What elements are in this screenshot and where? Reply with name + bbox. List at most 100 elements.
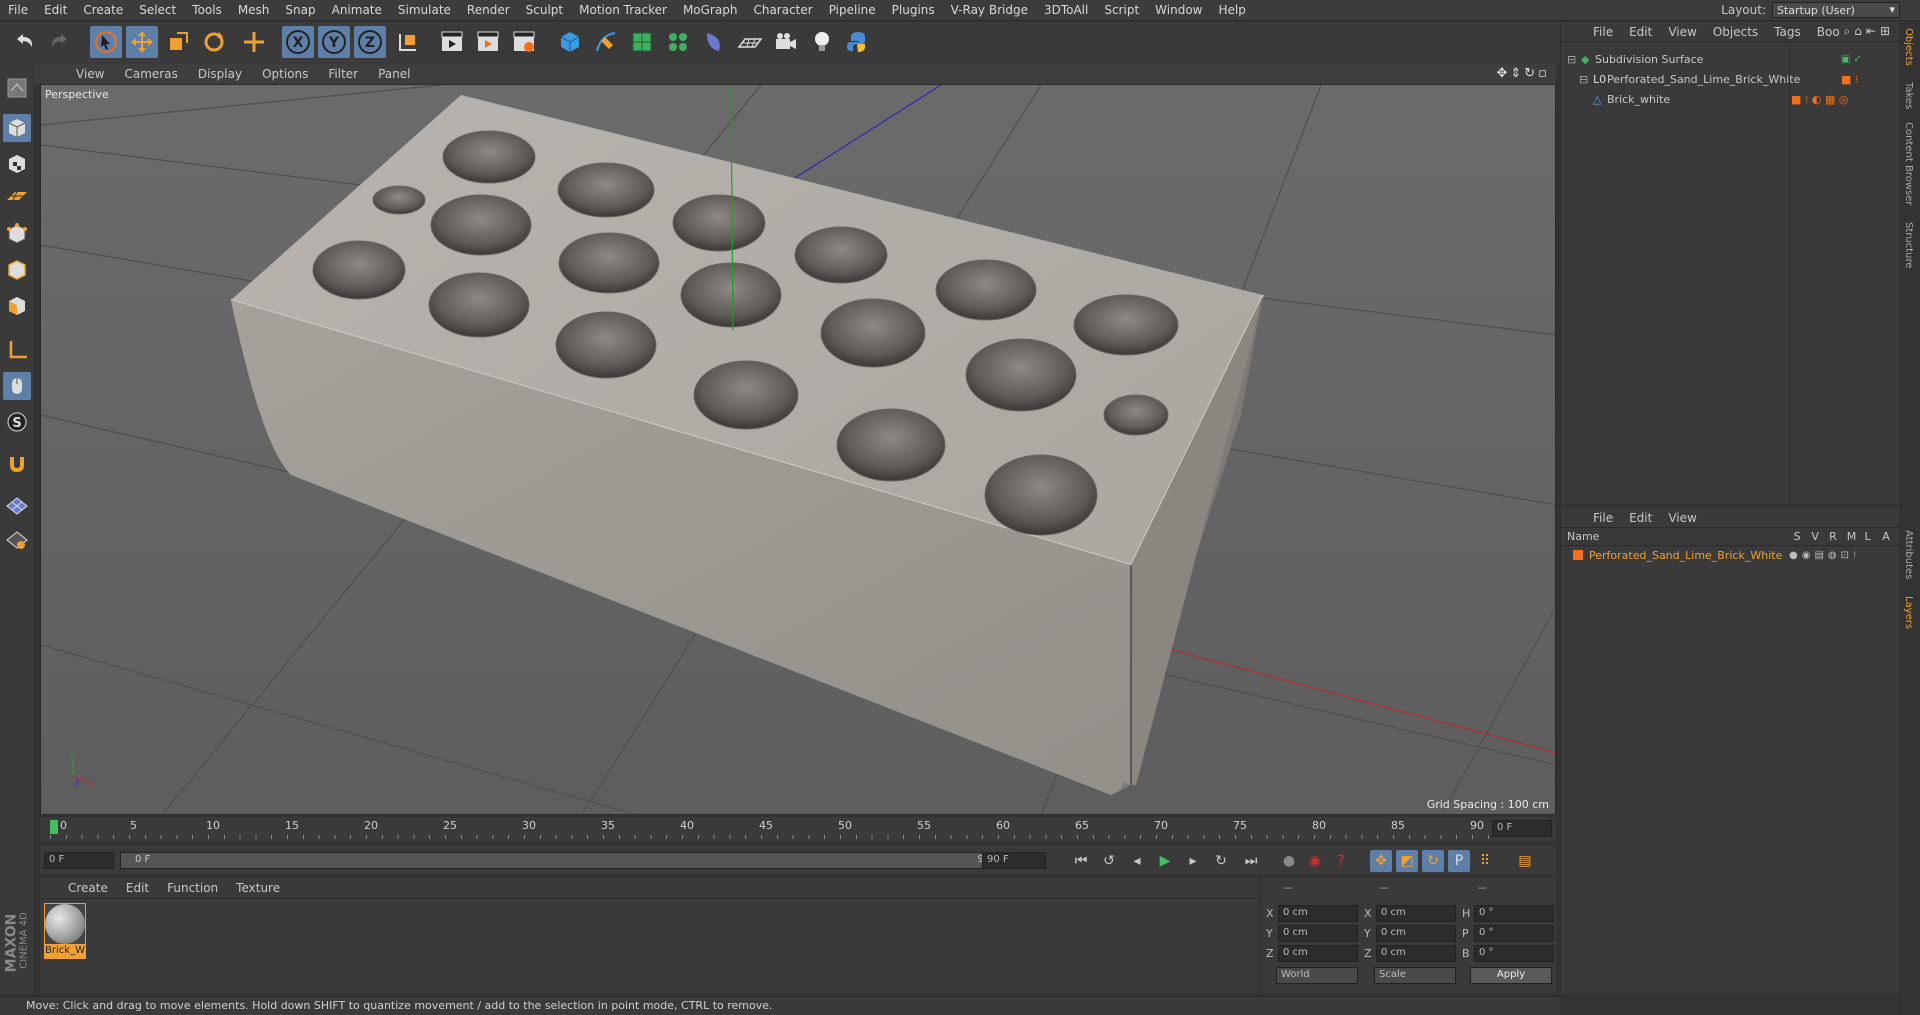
tab-objects[interactable]: Objects <box>1903 28 1914 66</box>
material-menu-edit[interactable]: Edit <box>118 881 157 895</box>
tab-layers[interactable]: Layers <box>1903 596 1914 629</box>
key-parameter-icon[interactable]: P <box>1448 850 1470 872</box>
polygons-mode-icon[interactable] <box>3 292 31 320</box>
object-menu-view[interactable]: View <box>1660 25 1704 39</box>
object-row-brick-mesh[interactable]: △ Brick_white ■ ⁝ ◐ ▦ ◎ <box>1561 90 1901 109</box>
tweak-mode-icon[interactable] <box>3 372 31 400</box>
model-mode-icon[interactable] <box>3 114 31 142</box>
max-frame-field[interactable]: 90 F <box>982 852 1046 869</box>
y-axis-lock-icon[interactable]: Y <box>318 26 350 58</box>
menu-tools[interactable]: Tools <box>184 3 230 17</box>
subdivision-surface-icon[interactable] <box>626 26 658 58</box>
size-y-field[interactable]: 0 cm <box>1376 925 1456 942</box>
current-frame-field[interactable]: 0 F <box>44 852 114 869</box>
layer-color-swatch[interactable]: ■ ⁝ <box>1841 73 1901 86</box>
timeline-window-icon[interactable]: ▤ <box>1514 850 1536 872</box>
key-position-icon[interactable]: ✥ <box>1370 850 1392 872</box>
object-manager-nav-icons[interactable]: ⌕⌂⇤⊞ <box>1844 24 1894 39</box>
menu-3dtoall[interactable]: 3DToAll <box>1036 3 1096 17</box>
go-to-end-icon[interactable]: ⏭ <box>1240 850 1262 872</box>
menu-sculpt[interactable]: Sculpt <box>518 3 571 17</box>
menu-snap[interactable]: Snap <box>277 3 323 17</box>
z-axis-lock-icon[interactable]: Z <box>354 26 386 58</box>
deformer-icon[interactable] <box>698 26 730 58</box>
menu-select[interactable]: Select <box>131 3 184 17</box>
key-scale-icon[interactable]: ◩ <box>1396 850 1418 872</box>
object-menu-tags[interactable]: Tags <box>1766 25 1809 39</box>
rotation-p-field[interactable]: 0 ° <box>1474 925 1554 942</box>
viewport-menu-view[interactable]: View <box>66 67 114 81</box>
key-pla-icon[interactable]: ⠿ <box>1474 850 1496 872</box>
coord-mode-dropdown[interactable]: World <box>1276 967 1358 984</box>
material-menu-function[interactable]: Function <box>159 881 226 895</box>
points-mode-icon[interactable] <box>3 220 31 248</box>
viewport-menu-display[interactable]: Display <box>188 67 252 81</box>
position-z-field[interactable]: 0 cm <box>1278 945 1358 962</box>
material-swatch[interactable]: Brick_W <box>44 903 86 959</box>
coordinate-system-icon[interactable] <box>392 26 424 58</box>
rotate-tool-icon[interactable] <box>198 26 230 58</box>
expand-icon[interactable]: ⊟ <box>1567 53 1581 66</box>
edges-mode-icon[interactable] <box>3 256 31 284</box>
object-tags[interactable]: ■ ⁝ ◐ ▦ ◎ <box>1791 93 1901 106</box>
menu-character[interactable]: Character <box>745 3 820 17</box>
layer-menu-edit[interactable]: Edit <box>1621 511 1660 525</box>
light-object-icon[interactable] <box>806 26 838 58</box>
undo-icon[interactable] <box>8 26 40 58</box>
workplane-mode-icon[interactable] <box>3 182 31 210</box>
menu-help[interactable]: Help <box>1210 3 1253 17</box>
layer-toggle-icons[interactable]: ●◉▤◍⊡⁝ <box>1789 550 1860 561</box>
material-menu-texture[interactable]: Texture <box>228 881 288 895</box>
viewport-menu-cameras[interactable]: Cameras <box>114 67 187 81</box>
make-editable-icon[interactable] <box>3 74 31 102</box>
redo-icon[interactable] <box>44 26 76 58</box>
scale-tool-icon[interactable] <box>162 26 194 58</box>
live-selection-icon[interactable] <box>90 26 122 58</box>
menu-vray-bridge[interactable]: V-Ray Bridge <box>943 3 1036 17</box>
object-menu-objects[interactable]: Objects <box>1705 25 1766 39</box>
material-menu-create[interactable]: Create <box>60 881 116 895</box>
camera-object-icon[interactable] <box>770 26 802 58</box>
viewport-nav-icons[interactable]: ✥⇕↻▫ <box>1497 66 1551 81</box>
menu-render[interactable]: Render <box>459 3 518 17</box>
viewport-menu-options[interactable]: Options <box>252 67 318 81</box>
object-row-brick-null[interactable]: ⊟ L0 Perforated_Sand_Lime_Brick_White ■ … <box>1561 70 1901 89</box>
magnet-icon[interactable] <box>3 450 31 478</box>
menu-mesh[interactable]: Mesh <box>230 3 278 17</box>
move-tool-icon[interactable] <box>126 26 158 58</box>
menu-pipeline[interactable]: Pipeline <box>821 3 884 17</box>
record-keys-icon[interactable]: ● <box>1278 850 1300 872</box>
menu-script[interactable]: Script <box>1096 3 1147 17</box>
rotation-h-field[interactable]: 0 ° <box>1474 905 1554 922</box>
apply-button[interactable]: Apply <box>1470 967 1552 984</box>
python-icon[interactable] <box>842 26 874 58</box>
playhead-marker[interactable] <box>50 820 58 834</box>
layer-row[interactable]: Perforated_Sand_Lime_Brick_White ●◉▤◍⊡⁝ <box>1561 546 1900 564</box>
tab-content-browser[interactable]: Content Browser <box>1903 122 1914 205</box>
key-rotation-icon[interactable]: ↻ <box>1422 850 1444 872</box>
menu-plugins[interactable]: Plugins <box>884 3 943 17</box>
render-picture-viewer-icon[interactable] <box>472 26 504 58</box>
object-row-subdivision[interactable]: ⊟ ◆ Subdivision Surface ▣ ✓ <box>1561 50 1901 69</box>
floor-object-icon[interactable] <box>734 26 766 58</box>
timeline-ruler[interactable]: 0 5 10 15 20 25 30 35 40 45 50 55 60 65 … <box>40 817 1556 841</box>
next-key-icon[interactable]: ↻ <box>1210 850 1232 872</box>
layout-dropdown[interactable]: Startup (User) <box>1772 2 1900 18</box>
pen-spline-icon[interactable] <box>590 26 622 58</box>
next-frame-icon[interactable]: ▸ <box>1182 850 1204 872</box>
mograph-cloner-icon[interactable] <box>662 26 694 58</box>
object-menu-edit[interactable]: Edit <box>1621 25 1660 39</box>
object-flags[interactable]: ▣ ✓ <box>1841 54 1901 65</box>
rotation-b-field[interactable]: 0 ° <box>1474 945 1554 962</box>
size-z-field[interactable]: 0 cm <box>1376 945 1456 962</box>
position-x-field[interactable]: 0 cm <box>1278 905 1358 922</box>
snap-icon[interactable]: S <box>3 408 31 436</box>
tab-attributes[interactable]: Attributes <box>1903 530 1914 579</box>
texture-mode-icon[interactable] <box>3 150 31 178</box>
layer-menu-view[interactable]: View <box>1660 511 1704 525</box>
render-settings-icon[interactable] <box>508 26 540 58</box>
go-to-start-icon[interactable]: ⏮ <box>1070 850 1092 872</box>
menu-create[interactable]: Create <box>75 3 131 17</box>
axis-mode-icon[interactable] <box>3 336 31 364</box>
viewport-menu-filter[interactable]: Filter <box>318 67 368 81</box>
